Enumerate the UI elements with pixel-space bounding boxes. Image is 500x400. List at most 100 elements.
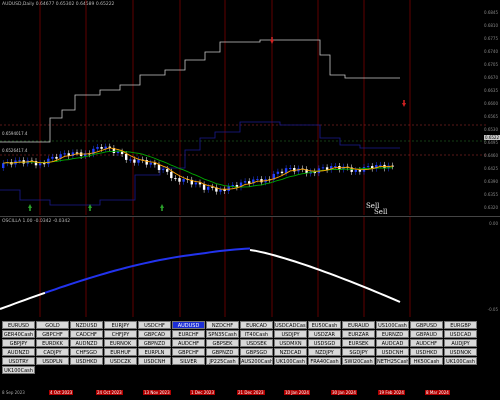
symbol-button-audusd[interactable]: AUDUSD (172, 321, 205, 329)
symbol-button-spn35cash[interactable]: SPN35Cash (206, 330, 239, 338)
symbol-button-hk50cash[interactable]: HK50Cash (410, 357, 443, 365)
symbol-button-usdcad[interactable]: USDCAD (444, 330, 477, 338)
symbol-button-nzdchf[interactable]: NZDCHF (206, 321, 239, 329)
symbol-button-eurnok[interactable]: EURNOK (104, 339, 137, 347)
symbol-button-eursek[interactable]: EURSEK (342, 339, 375, 347)
symbol-button-chfsgd[interactable]: CHFSGD (70, 348, 103, 356)
symbol-button-cadchf[interactable]: CADCHF (70, 330, 103, 338)
time-label: 8 Mar 2024 (425, 390, 450, 395)
symbol-button-gbpjpy[interactable]: GBPJPY (2, 339, 35, 347)
symbol-button-audjpy[interactable]: AUDJPY (444, 339, 477, 347)
symbol-button-nzdusd[interactable]: NZDUSD (70, 321, 103, 329)
symbol-button-eurhuf[interactable]: EURHUF (104, 348, 137, 356)
symbol-button-gbpusd[interactable]: GBPUSD (410, 321, 443, 329)
symbol-button-audchf[interactable]: AUDCHF (172, 339, 205, 347)
symbol-button-audnzd[interactable]: AUDNZD (70, 339, 103, 347)
symbol-button-eurpln[interactable]: EURPLN (138, 348, 171, 356)
symbol-button-audchf[interactable]: AUDCHF (410, 339, 443, 347)
candle-body (55, 156, 58, 159)
symbol-button-aus200cash[interactable]: AUS200Cash (240, 357, 273, 365)
candle-body (18, 160, 21, 162)
symbol-button-chfjpy[interactable]: CHFJPY (104, 330, 137, 338)
price-tick: 0.6775 (484, 36, 498, 41)
candle-body (166, 169, 169, 172)
symbol-button-usdtry[interactable]: USDTRY (2, 357, 35, 365)
oscillator-canvas[interactable] (0, 217, 486, 317)
candle-body (100, 147, 103, 149)
candle-body (125, 154, 128, 160)
symbol-button-usdsgd[interactable]: USDSGD (308, 339, 341, 347)
symbol-button-usdpln[interactable]: USDPLN (36, 357, 69, 365)
symbol-button-fra40cash[interactable]: FRA40Cash (308, 357, 341, 365)
symbol-button-neth25cash[interactable]: NETH25Cash (376, 357, 409, 365)
osc-tick: -0.05 (487, 307, 498, 312)
symbol-button-eurdkk[interactable]: EURDKK (36, 339, 69, 347)
symbol-button-gbpchf[interactable]: GBPCHF (172, 348, 205, 356)
time-label: 13 Nov 2023 (143, 390, 171, 395)
symbol-button-swi20cash[interactable]: SWI20Cash (342, 357, 375, 365)
symbol-button-ger40cash[interactable]: GER40Cash (2, 330, 35, 338)
candle-body (354, 170, 357, 172)
symbol-button-gbpnzd[interactable]: GBPNZD (206, 348, 239, 356)
symbol-button-eurzar[interactable]: EURZAR (342, 330, 375, 338)
symbol-button-us100cash[interactable]: US100Cash (376, 321, 409, 329)
symbol-button-usdjpy[interactable]: USDJPY (274, 330, 307, 338)
price-tick: 0.6565 (484, 114, 498, 119)
symbol-button-usdhkd[interactable]: USDHKD (410, 348, 443, 356)
price-tick: 0.6600 (484, 101, 498, 106)
candle-body (116, 151, 120, 153)
symbol-button-usdhkd[interactable]: USDHKD (70, 357, 103, 365)
symbol-button-uk100cash[interactable]: UK100Cash (2, 366, 35, 374)
symbol-button-euraud[interactable]: EURAUD (342, 321, 375, 329)
symbol-button-eu50cash[interactable]: EU50Cash (308, 321, 341, 329)
symbol-button-uk100cash[interactable]: UK100Cash (444, 357, 477, 365)
symbol-button-usdnok[interactable]: USDNOK (444, 348, 477, 356)
symbol-button-eurgbp[interactable]: EURGBP (444, 321, 477, 329)
symbol-button-gbpsgd[interactable]: GBPSGD (240, 348, 273, 356)
time-label: 1 Dec 2023 (190, 390, 216, 395)
price-chart-canvas[interactable] (0, 0, 486, 215)
candle-body (137, 159, 140, 163)
symbol-button-gbpnzd[interactable]: GBPNZD (138, 339, 171, 347)
oscillator-pane[interactable]: OSCILLA 1.00 -0.0342 -0.0342 0.00 -0.05 (0, 216, 500, 317)
symbol-button-eurcad[interactable]: EURCAD (240, 321, 273, 329)
price-tick: 0.6670 (484, 75, 498, 80)
symbol-button-nzdcad[interactable]: NZDCAD (274, 348, 307, 356)
symbol-button-usdcadcash[interactable]: USDCADCash (274, 321, 307, 329)
symbol-button-uk100cash[interactable]: UK100Cash (274, 357, 307, 365)
oscillator-line-blue (44, 247, 251, 294)
symbol-button-usdczk[interactable]: USDCZK (104, 357, 137, 365)
symbol-button-eurnzd[interactable]: EURNZD (376, 330, 409, 338)
buy-arrow-icon (28, 204, 32, 211)
symbol-button-audcad[interactable]: AUDCAD (376, 339, 409, 347)
symbol-button-it40cash[interactable]: IT40Cash (240, 330, 273, 338)
symbol-button-eurchf[interactable]: EURCHF (172, 330, 205, 338)
symbol-button-gbpchf[interactable]: GBPCHF (36, 330, 69, 338)
candle-body (149, 162, 152, 165)
symbol-button-sgdjpy[interactable]: SGDJPY (342, 348, 375, 356)
price-tick: 0.6530 (484, 127, 498, 132)
symbol-button-usdsek[interactable]: USDSEK (240, 339, 273, 347)
candle-body (256, 179, 259, 181)
time-label: 8 Sep 2023 (2, 390, 25, 395)
symbol-button-usdcnh[interactable]: USDCNH (376, 348, 409, 356)
symbol-button-gbpcad[interactable]: GBPCAD (138, 330, 171, 338)
symbol-button-gbpaud[interactable]: GBPAUD (410, 330, 443, 338)
symbol-button-usdcnh[interactable]: USDCNH (138, 357, 171, 365)
symbol-button-eurjpy[interactable]: EURJPY (104, 321, 137, 329)
symbol-button-gbpsek[interactable]: GBPSEK (206, 339, 239, 347)
symbol-button-jp225cash[interactable]: JP225Cash (206, 357, 239, 365)
candle-body (334, 166, 337, 167)
symbol-button-silver[interactable]: SILVER (172, 357, 205, 365)
candle-body (219, 189, 222, 192)
symbol-button-eurusd[interactable]: EURUSD (2, 321, 35, 329)
symbol-button-audnzd[interactable]: AUDNZD (2, 348, 35, 356)
symbol-button-usdchf[interactable]: USDCHF (138, 321, 171, 329)
symbol-button-usdmxn[interactable]: USDMXN (274, 339, 307, 347)
symbol-button-usdzar[interactable]: USDZAR (308, 330, 341, 338)
symbol-button-nzdjpy[interactable]: NZDJPY (308, 348, 341, 356)
symbol-button-cadjpy[interactable]: CADJPY (36, 348, 69, 356)
symbol-button-gold[interactable]: GOLD (36, 321, 69, 329)
time-axis: 8 Sep 2023 4 Oct 2023 24 Oct 2023 13 Nov 20… (0, 388, 500, 400)
price-chart-pane[interactable]: AUDUSD,Daily 0.64677 0.65302 0.64589 0.6… (0, 0, 500, 216)
